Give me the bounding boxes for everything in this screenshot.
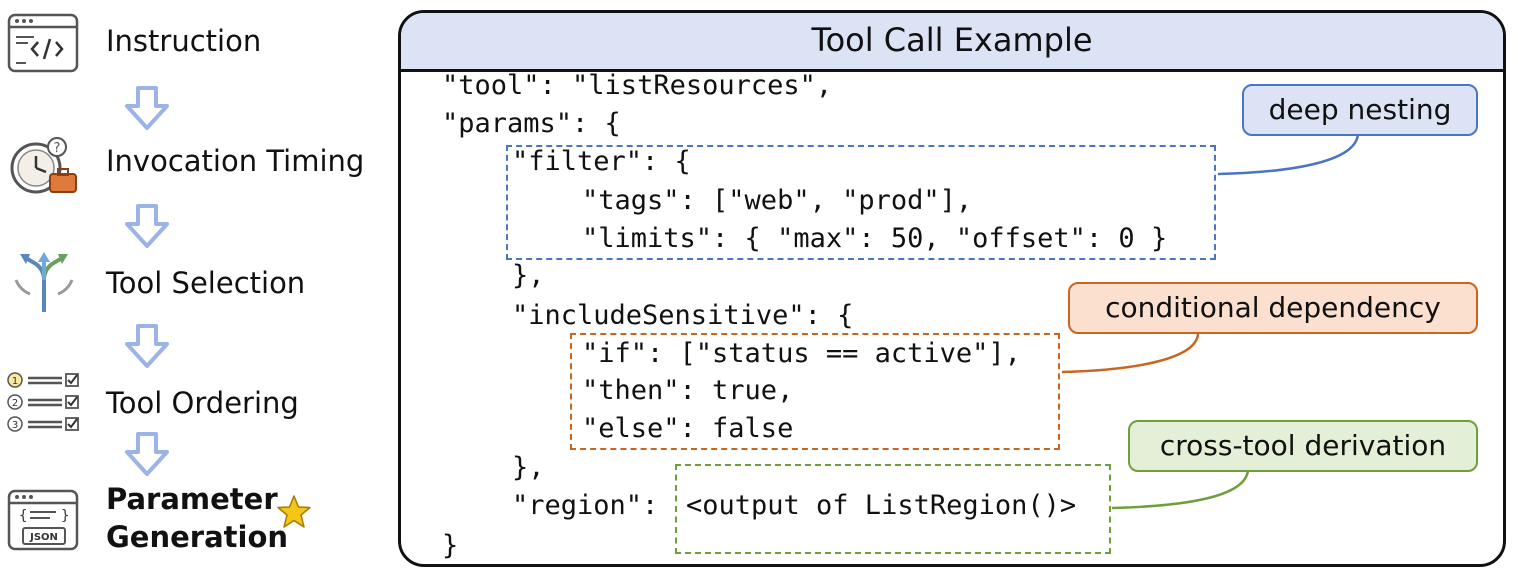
- cross-tool-derivation-tag: cross-tool derivation: [1128, 420, 1478, 472]
- conditional-dependency-connector: [1061, 333, 1200, 374]
- deep-nesting-connector: [1217, 133, 1360, 176]
- conditional-dependency-tag: conditional dependency: [1068, 282, 1478, 334]
- cross-tool-derivation-connector: [1111, 469, 1250, 510]
- deep-nesting-tag: deep nesting: [1242, 84, 1478, 136]
